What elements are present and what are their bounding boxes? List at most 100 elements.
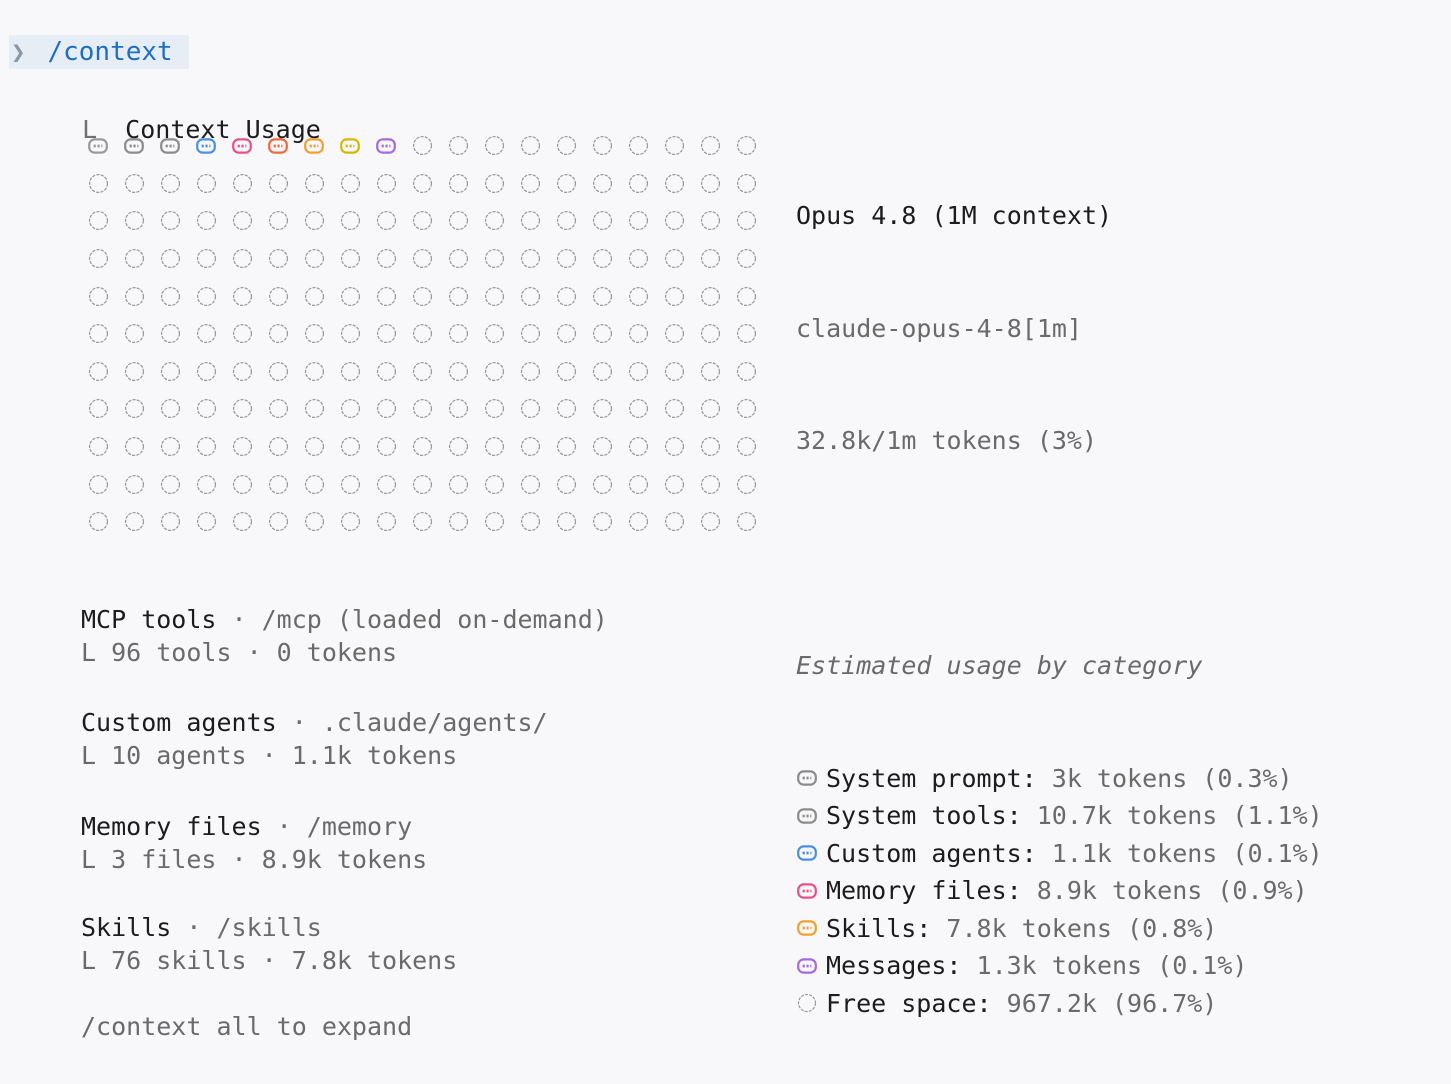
grid-cell-free-space — [332, 428, 368, 466]
grid-cell-free-space — [692, 390, 728, 428]
grid-cell-free-space — [404, 277, 440, 315]
grid-cell-free-space — [620, 240, 656, 278]
grid-cell-free-space — [692, 202, 728, 240]
grid-cell-free-space — [584, 428, 620, 466]
grid-cell-free-space — [584, 202, 620, 240]
prompt-chevron-icon: ❯ — [11, 38, 26, 66]
grid-cell-free-space — [512, 202, 548, 240]
grid-cell-free-space — [368, 428, 404, 466]
grid-cell-free-space — [512, 315, 548, 353]
grid-cell-free-space — [440, 127, 476, 165]
grid-cell-free-space — [260, 240, 296, 278]
section-custom-agents: Custom agents · .claude/agents/L 10 agen… — [81, 706, 548, 772]
section-summary: L 76 skills · 7.8k tokens — [81, 946, 458, 975]
grid-cell-free-space — [188, 202, 224, 240]
grid-cell-free-space — [620, 315, 656, 353]
command-prompt: ❯ /context — [9, 35, 189, 69]
grid-cell-free-space — [440, 428, 476, 466]
section-mcp-tools: MCP tools · /mcp (loaded on-demand) L 96 … — [81, 603, 608, 669]
category-label: Free space: — [826, 988, 992, 1018]
category-value: 1.3k tokens (0.1%) — [976, 951, 1248, 980]
grid-cell-free-space — [620, 277, 656, 315]
grid-cell-free-space — [656, 390, 692, 428]
category-value: 8.9k tokens (0.9%) — [1036, 876, 1308, 905]
grid-cell-free-space — [656, 503, 692, 541]
grid-cell-free-space — [404, 465, 440, 503]
grid-cell-free-space — [476, 315, 512, 353]
grid-cell-free-space — [188, 240, 224, 278]
skills-icon — [796, 917, 818, 939]
grid-cell-free-space — [152, 315, 188, 353]
grid-cell-free-space — [152, 240, 188, 278]
grid-cell-free-space — [404, 428, 440, 466]
category-label: System prompt: — [826, 763, 1037, 793]
grid-cell-free-space — [476, 428, 512, 466]
grid-cell-free-space — [404, 202, 440, 240]
grid-cell-free-space — [584, 277, 620, 315]
category-list: System prompt: 3k tokens (0.3%) System to… — [796, 760, 1323, 1023]
grid-cell-free-space — [656, 240, 692, 278]
grid-cell-free-space — [656, 465, 692, 503]
grid-cell-free-space — [296, 240, 332, 278]
grid-cell-free-space — [224, 240, 260, 278]
custom-agents-icon — [796, 842, 818, 864]
grid-cell-free-space — [188, 465, 224, 503]
grid-cell-free-space — [584, 240, 620, 278]
grid-cell-free-space — [548, 240, 584, 278]
grid-cell-free-space — [152, 202, 188, 240]
grid-cell-free-space — [476, 277, 512, 315]
grid-cell-free-space — [476, 353, 512, 391]
grid-cell-free-space — [512, 277, 548, 315]
grid-cell-free-space — [584, 165, 620, 203]
grid-cell-free-space — [188, 353, 224, 391]
grid-cell-free-space — [152, 390, 188, 428]
grid-cell-free-space — [368, 315, 404, 353]
grid-cell-free-space — [620, 127, 656, 165]
category-label: Custom agents: — [826, 838, 1037, 868]
grid-cell-free-space — [80, 465, 116, 503]
grid-cell-free-space — [80, 390, 116, 428]
grid-cell-free-space — [728, 277, 764, 315]
token-summary: 32.8k/1m tokens (3%) — [796, 426, 1098, 455]
grid-cell-free-space — [584, 353, 620, 391]
grid-cell-free-space — [368, 465, 404, 503]
grid-cell-free-space — [224, 465, 260, 503]
grid-cell-free-space — [476, 240, 512, 278]
category-value: 1.1k tokens (0.1%) — [1051, 838, 1323, 868]
grid-cell-skills — [332, 127, 368, 165]
grid-cell-free-space — [584, 315, 620, 353]
section-summary: L 3 files · 8.9k tokens — [81, 845, 428, 874]
grid-cell-free-space — [332, 353, 368, 391]
grid-cell-system-tools — [116, 127, 152, 165]
section-memory-files: Memory files · /memory L 3 files · 8.9k t… — [81, 810, 427, 876]
grid-cell-free-space — [620, 503, 656, 541]
grid-cell-free-space — [692, 165, 728, 203]
grid-cell-free-space — [80, 503, 116, 541]
grid-cell-free-space — [296, 353, 332, 391]
grid-cell-free-space — [80, 202, 116, 240]
grid-cell-free-space — [188, 390, 224, 428]
section-summary: L 10 agents · 1.1k tokens — [81, 741, 458, 770]
section-path: /skills — [216, 913, 322, 942]
grid-cell-free-space — [404, 127, 440, 165]
grid-cell-free-space — [548, 315, 584, 353]
grid-cell-free-space — [116, 315, 152, 353]
grid-cell-free-space — [512, 353, 548, 391]
grid-cell-free-space — [332, 315, 368, 353]
grid-cell-free-space — [476, 465, 512, 503]
grid-cell-skills — [296, 127, 332, 165]
category-value: 967.2k (96.7%) — [1006, 988, 1218, 1018]
grid-cell-free-space — [620, 465, 656, 503]
grid-cell-free-space — [548, 165, 584, 203]
grid-cell-free-space — [476, 165, 512, 203]
context-usage-grid — [80, 127, 760, 533]
section-separator: · — [216, 605, 262, 634]
grid-cell-free-space — [296, 277, 332, 315]
grid-cell-free-space — [368, 390, 404, 428]
system-prompt-icon — [796, 767, 818, 789]
grid-cell-free-space — [224, 277, 260, 315]
grid-cell-free-space — [548, 390, 584, 428]
grid-cell-free-space — [692, 353, 728, 391]
grid-cell-free-space — [404, 315, 440, 353]
prompt-command: /context — [47, 37, 173, 67]
